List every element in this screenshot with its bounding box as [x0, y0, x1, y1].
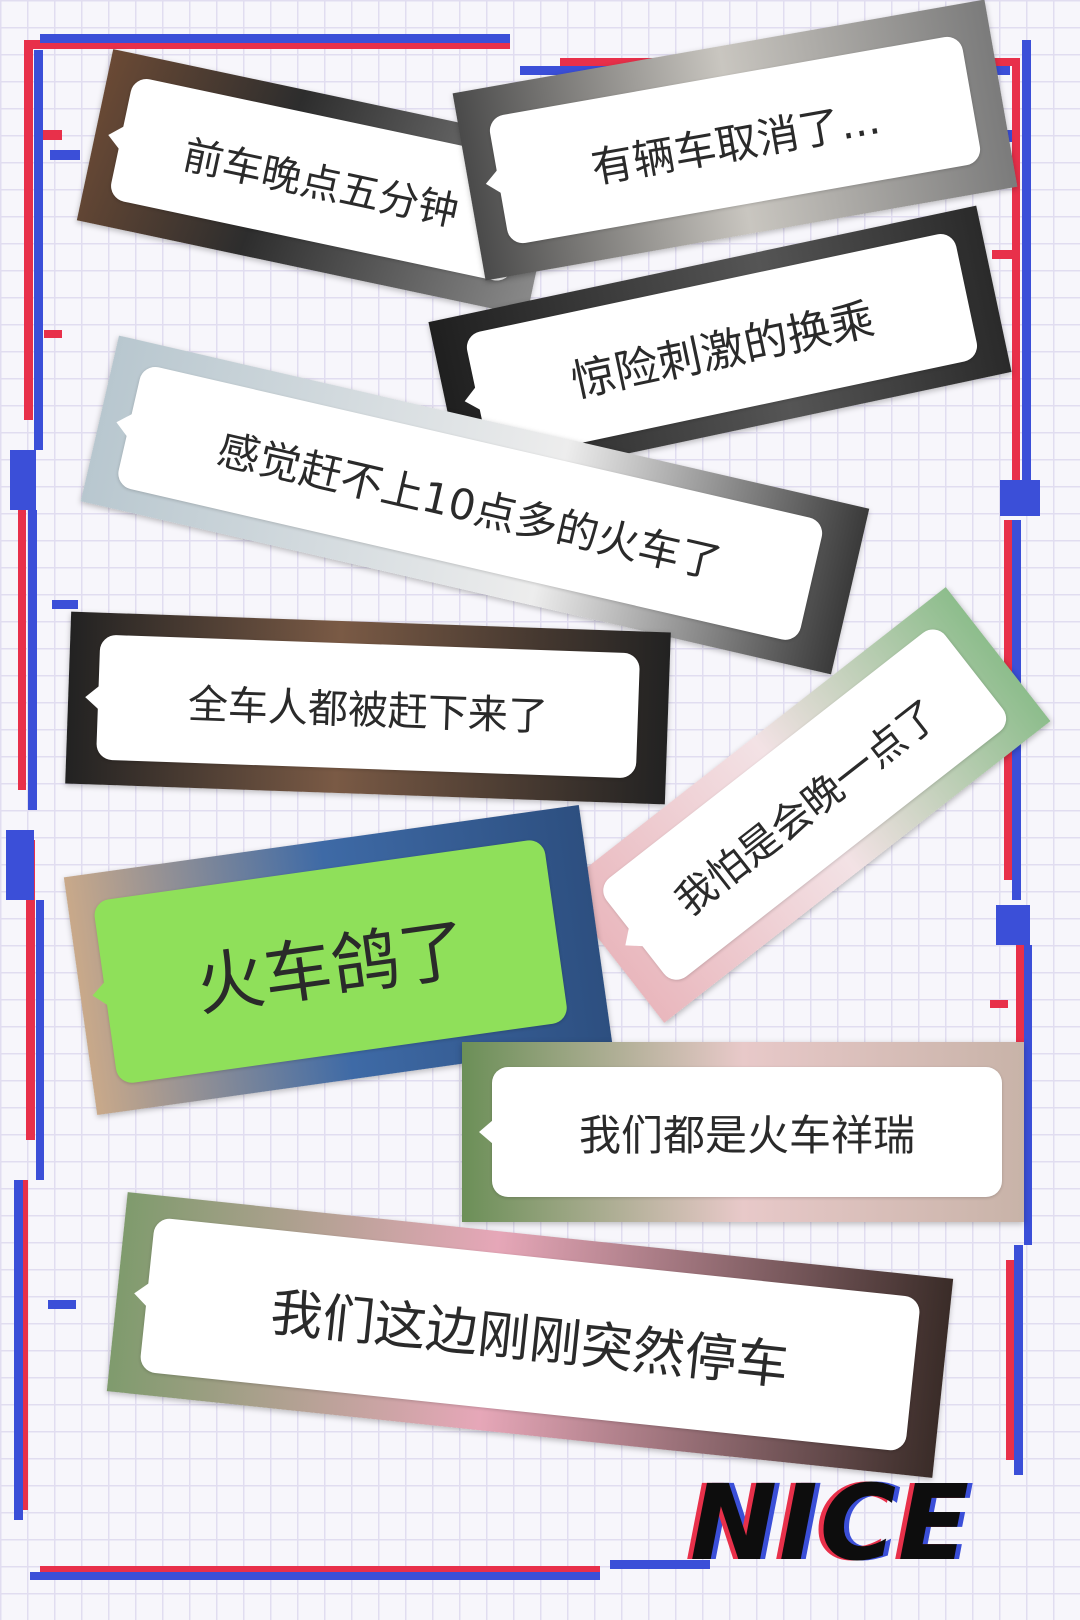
- message-text-3: 惊险刺激的换乘: [566, 294, 879, 408]
- message-bubble-8: 我们都是火车祥瑞: [479, 1067, 1002, 1197]
- message-text-1: 前车晚点五分钟: [179, 132, 463, 236]
- message-bubble-5: 全车人都被赶下来了: [96, 634, 641, 779]
- message-text-8: 我们都是火车祥瑞: [578, 1110, 915, 1160]
- message-text-7: 火车鸽了: [191, 910, 472, 1027]
- nice-logo: NICE: [690, 1462, 972, 1584]
- message-text-9: 我们这边刚刚突然停车: [267, 1282, 792, 1397]
- message-text-2: 有辆车取消了...: [587, 93, 884, 193]
- photo-strip-8: 我们都是火车祥瑞: [462, 1042, 1024, 1222]
- photo-strip-5: 全车人都被赶下来了: [65, 611, 671, 805]
- message-text-5: 全车人都被赶下来了: [187, 681, 549, 740]
